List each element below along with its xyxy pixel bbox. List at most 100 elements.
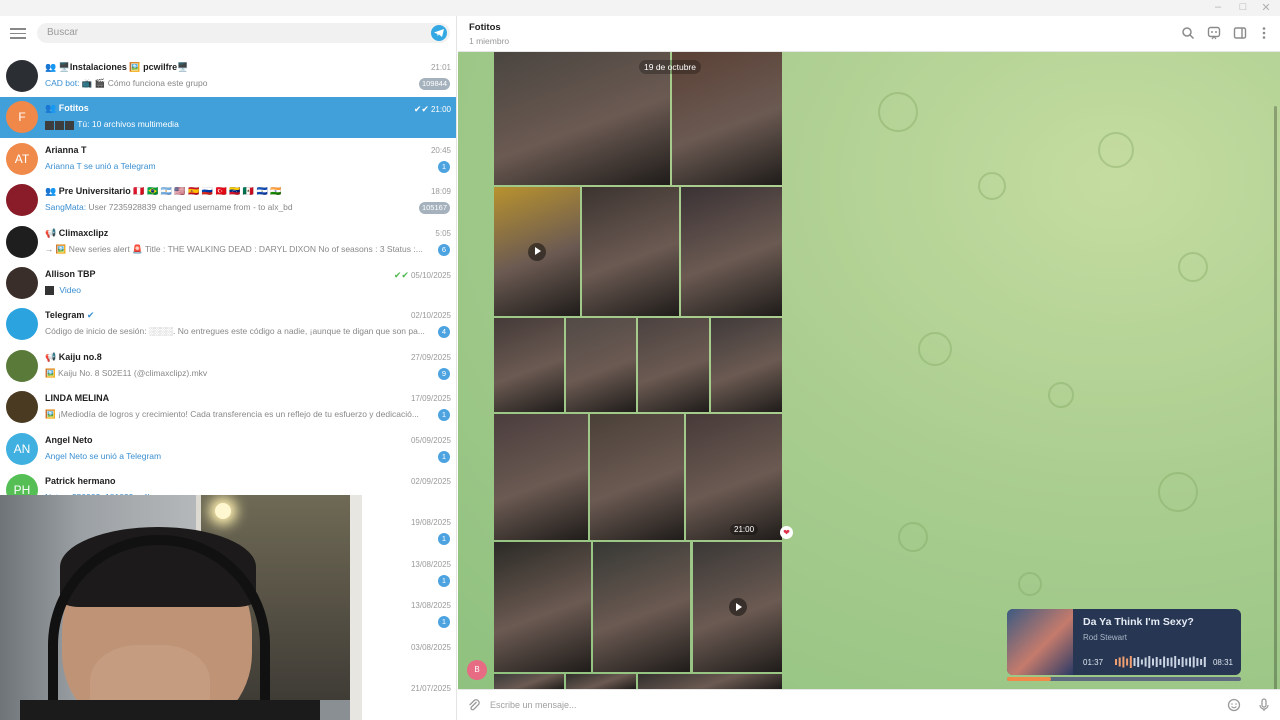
chat-list-item[interactable]: AT Arianna T Arianna T se unió a Telegram… xyxy=(0,139,456,180)
album-photo[interactable] xyxy=(638,674,782,689)
unread-badge: 4 xyxy=(438,326,450,339)
album-photo[interactable] xyxy=(566,318,636,412)
chat-title: Fotitos xyxy=(469,22,501,33)
video-icon xyxy=(45,286,54,296)
waveform-bar xyxy=(1200,659,1203,665)
chat-time: 19/08/2025 xyxy=(410,518,451,528)
chat-time: 27/09/2025 xyxy=(410,352,451,362)
conversation-panel: Fotitos 1 miembro 19 de octubre 21:00 ❤ … xyxy=(458,16,1280,720)
play-icon[interactable] xyxy=(728,598,747,616)
album-photo[interactable] xyxy=(582,187,679,316)
unread-badge: 109844 xyxy=(418,78,450,90)
album-photo[interactable] xyxy=(494,318,564,412)
unread-badge: 9 xyxy=(438,367,450,380)
verified-icon: ✔ xyxy=(86,310,95,321)
chat-avatar xyxy=(6,308,38,341)
waveform-icon xyxy=(1115,656,1206,668)
waveform-bar xyxy=(1192,656,1195,668)
chat-time: 21/07/2025 xyxy=(410,684,451,693)
chat-time: ✔✔ 21:00 xyxy=(413,104,451,115)
waveform-bar xyxy=(1159,659,1162,665)
chat-name: LINDA MELINA xyxy=(45,393,110,404)
chat-avatar: AN xyxy=(6,432,38,465)
waveform-bar xyxy=(1126,658,1129,666)
waveform-bar xyxy=(1152,658,1154,666)
media-thumbnails xyxy=(45,120,75,131)
chat-list-item[interactable]: F 👥 Fotitos Tú: 10 archivos multimedia ✔✔ 2… xyxy=(0,97,456,139)
search-placeholder: Buscar xyxy=(47,27,79,38)
heart-reaction-icon[interactable]: ❤ xyxy=(780,526,793,539)
attach-icon[interactable] xyxy=(467,698,481,712)
close-button[interactable]: ✕ xyxy=(1255,1,1277,14)
read-check-icon: ✔✔ xyxy=(413,104,429,115)
chat-list-item[interactable]: 👥 Pre Universitario 🇵🇪 🇧🇷 🇦🇷 🇺🇸 🇪🇸 🇷🇺 🇹🇷… xyxy=(0,180,456,221)
unread-badge: 6 xyxy=(438,243,450,256)
album-video[interactable] xyxy=(693,542,782,672)
read-check-icon: ✔✔ xyxy=(393,270,409,280)
chat-list-item[interactable]: AN Angel Neto Angel Neto se unió a Telegr… xyxy=(0,429,456,470)
waveform-bar xyxy=(1144,657,1147,667)
album-photo[interactable] xyxy=(494,542,591,672)
emoji-icon[interactable] xyxy=(1227,698,1241,712)
chat-list-item[interactable]: 👥 🖥️Instalaciones 🖼️ pcwilfre🖥️ CAD bot: … xyxy=(0,56,456,97)
album-photo[interactable] xyxy=(638,318,709,412)
chat-time: 17/09/2025 xyxy=(410,394,451,404)
maximize-button[interactable]: □ xyxy=(1232,1,1254,13)
chat-name: Angel Neto xyxy=(45,434,93,445)
telegram-logo-icon xyxy=(431,25,447,41)
waveform-bar xyxy=(1155,657,1158,667)
chat-name: 👥 🖥️Instalaciones 🖼️ pcwilfre🖥️ xyxy=(45,62,189,72)
album-photo[interactable] xyxy=(686,414,782,540)
video-chat-icon[interactable] xyxy=(1207,26,1221,40)
message-input[interactable]: Escribe un mensaje... xyxy=(490,700,577,710)
chat-time: 18:09 xyxy=(430,187,451,197)
chat-list-item[interactable]: Allison TBP Video ✔✔ 05/10/2025 xyxy=(0,263,456,304)
album-photo[interactable] xyxy=(494,674,564,689)
chat-name: Arianna T xyxy=(45,144,87,155)
hamburger-menu-icon[interactable] xyxy=(10,28,26,40)
chat-header[interactable]: Fotitos 1 miembro xyxy=(458,16,1280,52)
more-options-icon[interactable] xyxy=(1257,26,1271,40)
waveform-bar xyxy=(1203,657,1206,667)
sidebar-toggle-icon[interactable] xyxy=(1233,26,1247,40)
album-photo[interactable] xyxy=(681,187,782,316)
chat-list-item[interactable]: 📢 Kaiju no.8 🖼️ Kaiju No. 8 S02E11 (@cli… xyxy=(0,346,456,387)
album-photo[interactable] xyxy=(593,542,690,672)
minimize-button[interactable]: – xyxy=(1207,1,1229,13)
chat-name: Telegram ✔ xyxy=(45,310,95,321)
sender-avatar[interactable]: B xyxy=(467,660,487,680)
track-artist: Rod Stewart xyxy=(1083,633,1128,642)
date-separator: 19 de octubre xyxy=(639,60,701,74)
unread-badge: 1 xyxy=(438,160,450,173)
chat-name: 👥 Fotitos xyxy=(45,103,89,114)
album-photo[interactable] xyxy=(494,414,588,540)
chat-avatar: AT xyxy=(6,142,38,175)
chat-list-item[interactable]: LINDA MELINA 🖼️ ¡Mediodía de logros y cr… xyxy=(0,387,456,428)
album-photo[interactable] xyxy=(590,414,684,540)
album-video[interactable] xyxy=(494,187,580,316)
chat-preview: 🖼️ ¡Mediodía de logros y crecimiento! Ca… xyxy=(45,409,419,420)
track-duration: 08:31 xyxy=(1212,658,1233,667)
unread-badge: 105167 xyxy=(418,202,450,215)
chat-time: 13/08/2025 xyxy=(410,559,451,569)
scrollbar[interactable] xyxy=(1274,106,1277,689)
waveform-bar xyxy=(1170,657,1173,667)
album-photo[interactable] xyxy=(566,674,636,689)
chat-member-count: 1 miembro xyxy=(469,36,510,46)
photo-album-message[interactable]: 19 de octubre 21:00 xyxy=(494,52,782,689)
search-icon[interactable] xyxy=(1181,26,1195,40)
chat-preview: Código de inicio de sesión: ░░░░. No ent… xyxy=(45,326,425,337)
album-photo[interactable] xyxy=(711,318,782,412)
playback-progress-bar[interactable] xyxy=(1007,677,1241,681)
chat-time: 13/08/2025 xyxy=(410,601,451,611)
search-input[interactable]: Buscar xyxy=(37,23,450,43)
chat-list-item[interactable]: 📢 Climaxclipz → 🖼️ New series alert 🚨 Ti… xyxy=(0,222,456,263)
waveform-bar xyxy=(1196,658,1199,666)
microphone-icon[interactable] xyxy=(1257,698,1271,712)
chat-name: Allison TBP xyxy=(45,269,96,279)
unread-badge: 1 xyxy=(438,450,450,463)
chat-list-item[interactable]: Telegram ✔ Código de inicio de sesión: ░… xyxy=(0,304,456,345)
play-icon[interactable] xyxy=(528,242,546,261)
music-player[interactable]: Da Ya Think I'm Sexy? Rod Stewart 01:37 … xyxy=(1007,609,1241,675)
waveform-bar xyxy=(1189,657,1191,667)
